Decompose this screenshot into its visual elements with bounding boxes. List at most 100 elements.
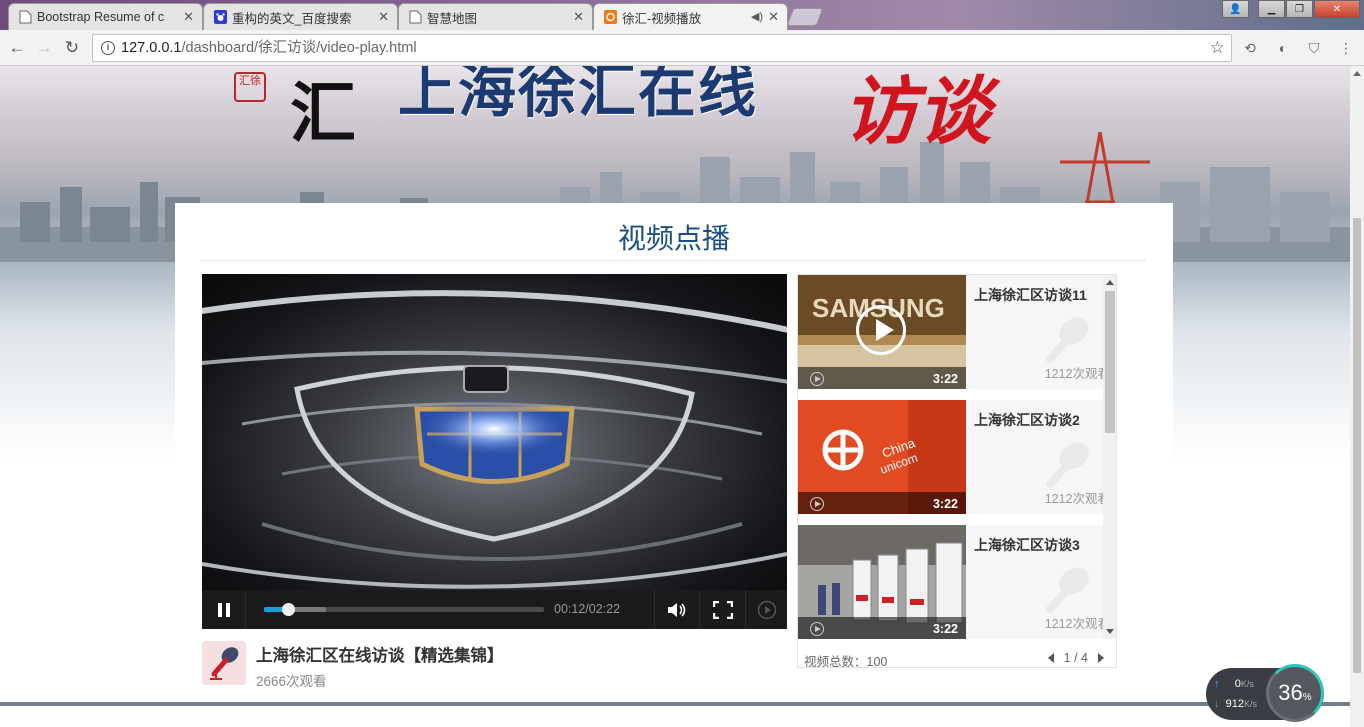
play-small-icon [810,497,824,511]
site-logo-icon [604,10,617,24]
play-circle-icon [757,600,776,619]
playlist-item-title[interactable]: 上海徐汇区访谈11 [974,285,1087,305]
video-duration: 3:22 [932,622,958,636]
user-profile-button[interactable]: 👤 [1222,0,1249,18]
video-thumbnail[interactable]: SAMSUNG 3:22 [798,275,966,389]
speaker-icon [668,602,686,617]
scrollbar-thumb[interactable] [1105,291,1115,433]
close-icon[interactable]: ✕ [183,9,194,25]
close-window-button[interactable]: ✕ [1314,0,1360,18]
close-icon[interactable]: ✕ [573,9,584,25]
playlist-item[interactable]: SAMSUNG 3:22 上海徐汇区访谈11 1212次观看 [798,275,1116,389]
banner-accent-title: 访谈 [843,69,991,155]
playlist-scroll-area[interactable]: SAMSUNG 3:22 上海徐汇区访谈11 1212次观看 China uni… [798,275,1116,639]
download-unit: K/s [1243,699,1257,709]
extension-sync-icon[interactable]: ⟲ [1241,39,1259,57]
tab-title: Bootstrap Resume of c [37,10,165,24]
video-title: 上海徐汇区在线访谈【精选集锦】 [256,647,504,665]
url-path: /dashboard/徐汇访谈/video-play.html [181,40,417,56]
progress-handle[interactable] [281,603,295,616]
page-title: 视频点播 [617,223,730,254]
player-controls: 00:12/02:22 [202,590,787,629]
banner-title: 上海徐汇在线 [398,66,759,125]
scroll-down-arrow-icon[interactable] [1106,629,1114,634]
tab-smart-map[interactable]: 智慧地图 ✕ [398,3,593,30]
network-speed-widget[interactable]: ↑ 0K/s ↓ 912K/s 36% [1206,664,1324,722]
new-tab-button[interactable] [786,8,824,26]
tab-video-play[interactable]: 徐汇-视频播放 ◀) ✕ [593,3,788,30]
speed-readout: ↑ 0K/s ↓ 912K/s [1214,674,1257,714]
playlist-item[interactable]: China unicom 3:22 上海徐汇区访谈2 1212次观看 [798,400,1116,514]
video-thumbnail[interactable]: China unicom 3:22 [798,400,966,514]
window-controls: 👤 ▁ ❐ ✕ [1222,0,1360,18]
progress-bar[interactable] [264,603,544,616]
video-playlist: SAMSUNG 3:22 上海徐汇区访谈11 1212次观看 China uni… [797,274,1117,668]
scroll-up-arrow-icon[interactable] [1106,280,1114,285]
upload-unit: K/s [1240,679,1254,689]
next-page-icon[interactable] [1098,653,1104,663]
scroll-up-arrow-icon[interactable] [1353,71,1361,76]
bookmark-star-icon[interactable]: ☆ [1210,35,1225,61]
browser-toolbar: ← → ↻ i 127.0.0.1/dashboard/徐汇访谈/video-p… [0,30,1364,66]
reload-icon[interactable]: ↻ [61,37,83,59]
tab-baidu-search[interactable]: 重构的英文_百度搜索 ✕ [203,3,398,30]
video-duration: 3:22 [932,497,958,511]
usage-percent: 36 [1278,680,1303,705]
scrollbar-thumb[interactable] [1353,218,1361,673]
microphone-watermark-icon [1046,567,1089,613]
playlist-item-views: 1212次观看 [1044,492,1110,506]
video-frame-car-grille[interactable] [202,274,787,590]
playlist-item-views: 1212次观看 [1044,367,1110,381]
video-player[interactable]: 00:12/02:22 [202,274,787,629]
memory-usage-ring[interactable]: 36% [1266,664,1324,722]
pause-icon [217,602,230,617]
video-duration: 3:22 [932,372,958,386]
upload-arrow-icon: ↑ [1214,678,1220,690]
page-icon [409,10,422,24]
volume-button[interactable] [654,590,700,629]
back-arrow-icon[interactable]: ← [6,37,28,59]
baidu-paw-icon [214,10,227,24]
url-host: 127.0.0.1 [121,40,182,56]
close-icon[interactable]: ✕ [768,9,779,25]
percent-sign: % [1302,691,1312,703]
next-play-button[interactable] [746,590,787,629]
tab-title: 徐汇-视频播放 [622,11,702,26]
maximize-button[interactable]: ❐ [1286,0,1313,18]
tab-bootstrap-resume[interactable]: Bootstrap Resume of c ✕ [8,3,203,30]
browser-window: Bootstrap Resume of c ✕ 重构的英文_百度搜索 ✕ 智慧地… [0,0,1364,727]
play-overlay-icon[interactable] [856,305,906,355]
page-viewport: 汇徐 汇 上海徐汇在线 访谈 视频点播 00:12/02:22 上海徐汇区在线访… [0,66,1350,727]
close-icon[interactable]: ✕ [378,9,389,25]
page-scrollbar[interactable] [1350,66,1364,727]
video-total-count: 视频总数：100 [804,655,888,668]
menu-dots-icon[interactable]: ⋮ [1337,39,1355,57]
tab-strip: Bootstrap Resume of c ✕ 重构的英文_百度搜索 ✕ 智慧地… [0,0,1364,30]
tab-title: 智慧地图 [427,11,478,26]
microphone-avatar-icon [202,641,246,685]
playlist-item-title[interactable]: 上海徐汇区访谈2 [974,410,1080,430]
fullscreen-button[interactable] [700,590,746,629]
playlist-scrollbar[interactable] [1103,275,1116,639]
speaker-icon[interactable]: ◀) [751,10,763,23]
page-icon [19,10,32,24]
microphone-watermark-icon [1046,317,1089,363]
video-info: 上海徐汇区在线访谈【精选集锦】 2666次观看 [202,641,787,689]
extension-circle-icon[interactable]: ◐ [1274,39,1292,57]
info-icon[interactable]: i [101,41,115,55]
time-display: 00:12/02:22 [554,602,621,616]
forward-arrow-icon[interactable]: → [33,37,55,59]
address-bar[interactable]: i 127.0.0.1/dashboard/徐汇访谈/video-play.ht… [92,34,1232,62]
title-divider [201,260,1146,261]
extension-shield-icon[interactable]: ⛉ [1305,39,1323,57]
footer-divider [0,702,1350,706]
fullscreen-icon [712,600,733,619]
minimize-button[interactable]: ▁ [1258,0,1285,18]
video-view-count: 2666次观看 [256,674,327,689]
main-content-panel: 视频点播 00:12/02:22 上海徐汇区在线访谈【精选集锦】 2666次观看… [175,203,1173,727]
pause-button[interactable] [202,590,246,629]
prev-page-icon[interactable] [1047,653,1054,663]
playlist-item-title[interactable]: 上海徐汇区访谈3 [974,535,1080,555]
video-thumbnail[interactable]: 3:22 [798,525,966,639]
playlist-item[interactable]: 3:22 上海徐汇区访谈3 1212次观看 [798,525,1116,639]
